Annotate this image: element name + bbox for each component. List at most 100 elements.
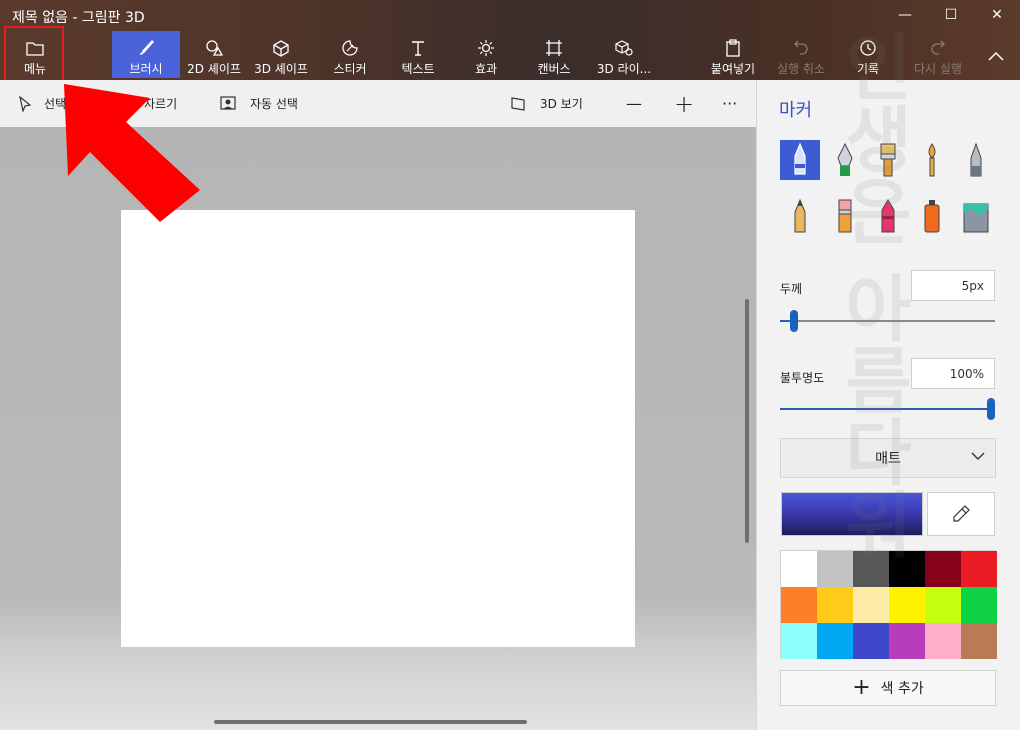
fill-bucket-icon [963, 203, 989, 233]
add-color-label: 색 추가 [880, 681, 924, 697]
close-button[interactable]: ✕ [974, 0, 1020, 30]
sun-icon [477, 37, 495, 59]
color-swatch[interactable] [925, 623, 961, 659]
opacity-slider-fill [780, 408, 995, 410]
paste-button[interactable]: 붙여넣기 [706, 31, 760, 78]
cube-icon [272, 37, 290, 59]
color-swatch[interactable] [925, 587, 961, 623]
oil-brush-button[interactable] [868, 140, 908, 180]
brush-panel: 마커 두께 5px 불투명도 100% 매트 + 색 추가 [756, 80, 1020, 730]
chevron-up-icon [988, 45, 1004, 67]
color-palette [780, 550, 997, 659]
history-icon [859, 37, 877, 59]
magic-select-label: 자동 선택 [250, 97, 298, 111]
color-swatch[interactable] [853, 551, 889, 587]
history-button[interactable]: 기록 [846, 31, 890, 78]
thickness-input[interactable]: 5px [911, 270, 995, 301]
color-swatch[interactable] [961, 551, 997, 587]
color-swatch[interactable] [853, 587, 889, 623]
watercolor-brush-icon [928, 143, 936, 177]
tab-text-label: 텍스트 [401, 62, 435, 76]
paste-label: 붙여넣기 [710, 62, 756, 76]
pencil-button[interactable] [780, 196, 820, 236]
canvas-icon [545, 37, 563, 59]
add-color-button[interactable]: + 색 추가 [780, 670, 996, 706]
zoom-out-button[interactable]: — [626, 80, 642, 127]
plus-icon: + [852, 675, 871, 700]
zoom-in-button[interactable]: + [674, 80, 694, 127]
current-color-swatch[interactable] [781, 492, 923, 536]
magic-select-button[interactable]: 자동 선택 [220, 80, 298, 127]
minimize-button[interactable]: — [882, 0, 928, 30]
view-3d-button[interactable]: 3D 보기 [510, 80, 583, 127]
eyedropper-button[interactable] [927, 492, 995, 536]
history-label: 기록 [856, 62, 880, 76]
drawing-canvas[interactable] [121, 210, 635, 647]
color-swatch[interactable] [781, 587, 817, 623]
annotation-arrow-icon [64, 84, 200, 222]
color-swatch[interactable] [817, 551, 853, 587]
eraser-button[interactable] [825, 196, 865, 236]
select-button[interactable]: 선택 [18, 80, 66, 127]
magic-select-icon [220, 95, 238, 112]
tab-stickers[interactable]: 스티커 [322, 31, 378, 78]
fill-bucket-button[interactable] [956, 196, 996, 236]
crayon-button[interactable] [868, 196, 908, 236]
opacity-label: 불투명도 [780, 371, 825, 385]
color-swatch[interactable] [961, 587, 997, 623]
tab-brushes[interactable]: 브러시 [112, 31, 180, 78]
tab-brushes-label: 브러시 [129, 62, 163, 76]
tab-3d-shapes[interactable]: 3D 셰이프 [251, 31, 311, 78]
maximize-button[interactable]: ☐ [928, 0, 974, 30]
color-swatch[interactable] [889, 551, 925, 587]
redo-button[interactable]: 다시 실행 [908, 31, 968, 78]
sticker-icon [341, 37, 359, 59]
horizontal-scrollbar[interactable] [214, 720, 527, 724]
opacity-slider-thumb[interactable] [987, 398, 995, 420]
color-swatch[interactable] [961, 623, 997, 659]
vertical-scrollbar[interactable] [745, 299, 749, 543]
color-swatch[interactable] [817, 623, 853, 659]
color-swatch[interactable] [781, 623, 817, 659]
marker-brush-button[interactable] [780, 140, 820, 180]
color-swatch[interactable] [781, 551, 817, 587]
calligraphy-pen-icon [837, 142, 853, 176]
color-swatch[interactable] [889, 587, 925, 623]
clipboard-icon [725, 37, 741, 59]
cursor-icon [18, 95, 32, 112]
more-options-button[interactable]: ··· [722, 80, 737, 127]
color-swatch[interactable] [889, 623, 925, 659]
undo-button[interactable]: 실행 취소 [772, 31, 830, 78]
tab-2d-shapes[interactable]: 2D 셰이프 [184, 31, 244, 78]
tab-effects[interactable]: 효과 [462, 31, 510, 78]
panel-title: 마커 [779, 100, 813, 121]
tab-3d-library-label: 3D 라이... [596, 62, 652, 76]
color-swatch[interactable] [925, 551, 961, 587]
spray-can-button[interactable] [912, 196, 952, 236]
pixel-pen-button[interactable] [956, 140, 996, 180]
thickness-slider-fill [780, 320, 790, 322]
thickness-slider[interactable] [780, 310, 995, 332]
view-3d-label: 3D 보기 [540, 97, 583, 111]
collapse-toolbar-button[interactable] [980, 31, 1012, 78]
finish-dropdown[interactable]: 매트 [780, 438, 996, 478]
watercolor-brush-button[interactable] [912, 140, 952, 180]
tab-stickers-label: 스티커 [333, 62, 367, 76]
tab-canvas[interactable]: 캔버스 [528, 31, 580, 78]
spray-can-icon [924, 200, 940, 233]
eyedropper-icon [953, 505, 970, 522]
finish-dropdown-label: 매트 [875, 451, 901, 467]
crayon-icon [881, 199, 895, 233]
oil-brush-icon [880, 143, 896, 177]
color-swatch[interactable] [817, 587, 853, 623]
tab-3d-library[interactable]: 3D 라이... [592, 31, 656, 78]
tab-2d-shapes-label: 2D 셰이프 [187, 62, 241, 76]
tab-text[interactable]: 텍스트 [392, 31, 444, 78]
color-swatch[interactable] [853, 623, 889, 659]
opacity-slider[interactable] [780, 398, 995, 420]
opacity-input[interactable]: 100% [911, 358, 995, 389]
thickness-slider-thumb[interactable] [790, 310, 798, 332]
calligraphy-pen-button[interactable] [825, 140, 865, 180]
marker-icon [794, 142, 806, 175]
tab-canvas-label: 캔버스 [537, 62, 571, 76]
